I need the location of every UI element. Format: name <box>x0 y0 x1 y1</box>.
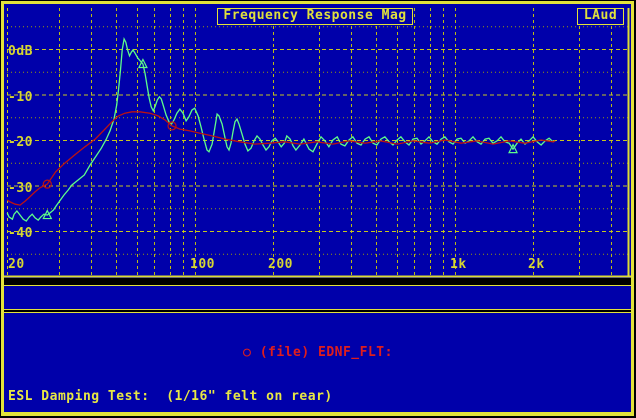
memory-trace-legend: Δ (memory trace): <box>3 285 633 326</box>
page-title: Frequency Response Mag <box>217 8 413 25</box>
x-tick-label: 20 <box>8 257 25 272</box>
frequency-response-plot <box>3 8 633 278</box>
test-description: ESL Damping Test: (1/16" felt on rear) <box>8 389 333 404</box>
laud-window: 20 100 200 1k 2k 0dB -10 -20 -30 -40 Frequency Re… <box>0 0 636 418</box>
file-trace-panel: ○ (file) EDNF_FLT: ESL Damping Test: (1/… <box>3 312 633 413</box>
y-tick-label: -30 <box>8 181 33 196</box>
file-trace-line <box>6 111 556 206</box>
y-tick-label: 0dB <box>8 44 33 59</box>
y-tick-label: -40 <box>8 226 33 241</box>
x-tick-label: 100 <box>190 257 215 272</box>
file-trace-label: ○ (file) EDNF_FLT: <box>243 345 393 360</box>
memory-trace-line <box>6 37 556 222</box>
y-tick-label: -10 <box>8 90 33 105</box>
x-tick-label: 200 <box>268 257 293 272</box>
x-tick-label: 2k <box>528 257 545 272</box>
x-tick-label: 1k <box>450 257 467 272</box>
y-tick-label: -20 <box>8 135 33 150</box>
app-badge: LAud <box>577 8 624 25</box>
